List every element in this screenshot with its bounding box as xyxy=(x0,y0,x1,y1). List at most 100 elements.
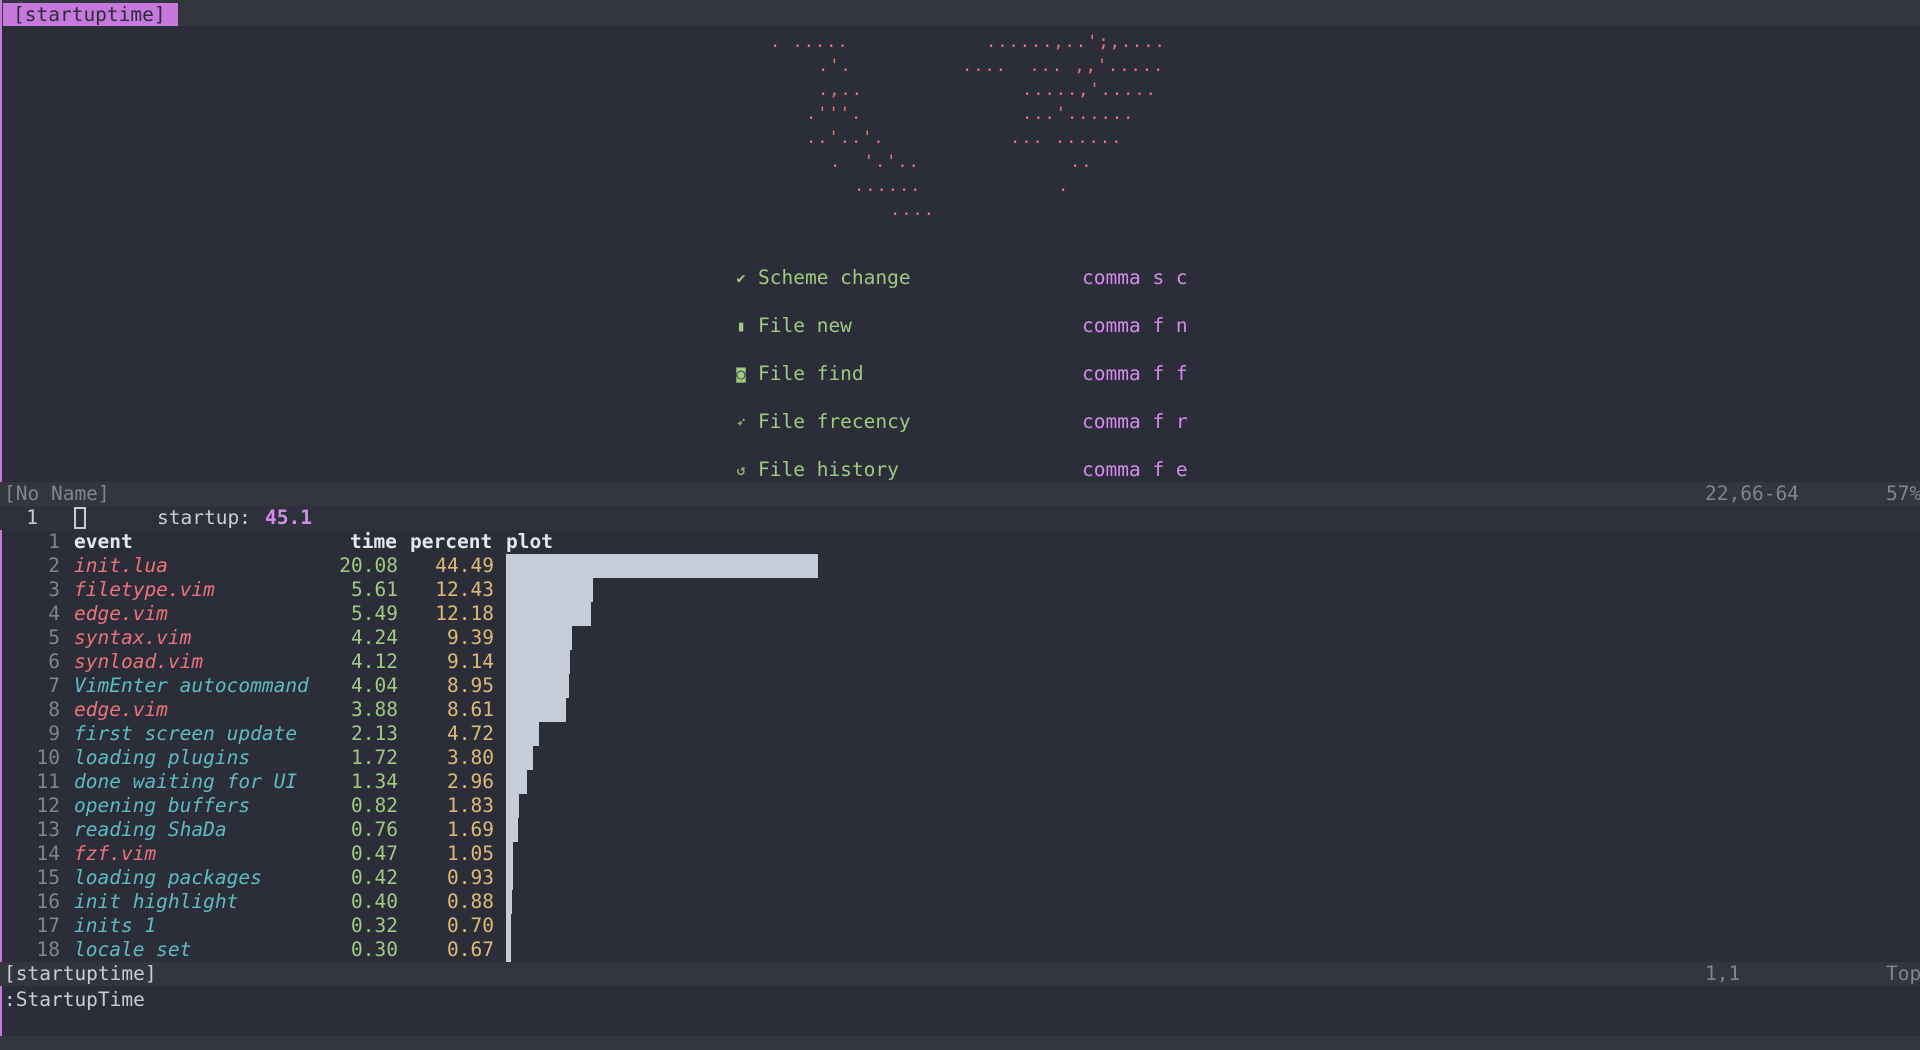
event-time: 4.04 xyxy=(351,674,398,697)
top-statusline: [No Name] 22,66-64 57% xyxy=(0,482,1920,506)
bottom-strip xyxy=(0,1036,1920,1050)
event-name: fzf.vim xyxy=(74,842,157,865)
event-time: 1.72 xyxy=(351,746,398,769)
history-icon: ↺ xyxy=(736,461,746,479)
ascii-art-line: ...'...... xyxy=(1022,104,1135,124)
event-name: first screen update xyxy=(74,722,298,745)
pencil-check-icon: ✔ xyxy=(736,269,746,287)
dashboard-menu-shortcut: comma f f xyxy=(1082,362,1188,385)
dashboard-menu-shortcut: comma f n xyxy=(1082,314,1188,337)
ascii-art-line: .. xyxy=(1070,152,1093,172)
event-name: syntax.vim xyxy=(74,626,192,649)
event-percent: 3.80 xyxy=(447,746,494,769)
line-number: 13 xyxy=(36,818,60,841)
plot-bar xyxy=(506,890,512,914)
ascii-art-line: .....,'..... xyxy=(1022,80,1157,100)
event-name: init.lua xyxy=(74,554,168,577)
event-time: 4.12 xyxy=(351,650,398,673)
event-time: 5.49 xyxy=(351,602,398,625)
line-number: 12 xyxy=(36,794,60,817)
ascii-art-line: .'''. xyxy=(806,104,863,124)
buffer-name: [No Name] xyxy=(4,482,110,505)
line-number: 6 xyxy=(48,650,60,673)
column-header-percent: percent xyxy=(410,530,493,553)
event-percent: 9.14 xyxy=(447,650,494,673)
line-number: 9 xyxy=(48,722,60,745)
ascii-art-line: ... ...... xyxy=(1010,128,1123,148)
event-time: 0.30 xyxy=(351,938,398,961)
event-percent: 0.88 xyxy=(447,890,494,913)
event-percent: 12.18 xyxy=(435,602,494,625)
dashboard-menu-shortcut: comma f e xyxy=(1082,458,1188,481)
plot-bar xyxy=(506,914,511,938)
event-percent: 0.70 xyxy=(447,914,494,937)
event-percent: 1.05 xyxy=(447,842,494,865)
dashboard-menu-item[interactable]: File history xyxy=(758,458,899,482)
plot-bar xyxy=(506,650,570,674)
dashboard-menu-shortcut: comma s c xyxy=(1082,266,1188,289)
dashboard-menu-item[interactable]: File find xyxy=(758,362,864,386)
scroll-percent: 57% xyxy=(1886,482,1920,505)
dashboard-menu-item[interactable]: Scheme change xyxy=(758,266,911,290)
ascii-art-line: ..'..'. xyxy=(806,128,885,148)
plot-bar xyxy=(506,674,569,698)
line-number: 10 xyxy=(36,746,60,769)
buffer-name: [startuptime] xyxy=(4,962,157,985)
dashboard-menu-shortcut: comma f r xyxy=(1082,410,1188,433)
event-name: VimEnter autocommand xyxy=(74,674,309,697)
dashboard-menu-item[interactable]: File frecency xyxy=(758,410,911,434)
event-time: 3.88 xyxy=(351,698,398,721)
ascii-art-line: . xyxy=(1058,176,1070,196)
file-icon: ▮ xyxy=(736,317,746,335)
plot-bar xyxy=(506,938,511,962)
event-name: edge.vim xyxy=(74,698,168,721)
plot-bar xyxy=(506,554,818,578)
line-number: 16 xyxy=(36,890,60,913)
bottom-statusline: [startuptime] 1,1 Top xyxy=(0,962,1920,986)
column-header-event: event xyxy=(74,530,133,553)
line-number: 2 xyxy=(48,554,60,577)
event-name: init highlight xyxy=(74,890,239,913)
cursor-position: 22,66-64 xyxy=(1705,482,1799,505)
event-time: 0.82 xyxy=(351,794,398,817)
event-time: 1.34 xyxy=(351,770,398,793)
line-number: 4 xyxy=(48,602,60,625)
scroll-position: Top xyxy=(1886,962,1920,985)
column-header-plot: plot xyxy=(506,530,553,553)
plot-bar xyxy=(506,722,539,746)
line-number: 3 xyxy=(48,578,60,601)
ascii-art-line: .,.. xyxy=(818,80,863,100)
line-number: 7 xyxy=(48,674,60,697)
event-time: 0.40 xyxy=(351,890,398,913)
event-name: opening buffers xyxy=(74,794,251,817)
plot-bar xyxy=(506,794,519,818)
line-number: 1 xyxy=(48,530,60,553)
event-name: locale set xyxy=(74,938,192,961)
plot-bar xyxy=(506,602,591,626)
plot-bar xyxy=(506,866,513,890)
event-time: 4.24 xyxy=(351,626,398,649)
event-name: inits 1 xyxy=(74,914,157,937)
dashboard-menu-item[interactable]: File new xyxy=(758,314,852,338)
event-time: 0.42 xyxy=(351,866,398,889)
event-time: 5.61 xyxy=(351,578,398,601)
event-percent: 4.72 xyxy=(447,722,494,745)
plot-bar xyxy=(506,842,513,866)
line-number: 15 xyxy=(36,866,60,889)
ascii-art-line: . '.'.. xyxy=(830,152,920,172)
event-name: done waiting for UI xyxy=(74,770,298,793)
plot-bar xyxy=(506,698,566,722)
tab-startuptime[interactable]: [startuptime] xyxy=(3,3,178,26)
ascii-art-line: ......,..';,.... xyxy=(986,32,1166,52)
event-percent: 1.69 xyxy=(447,818,494,841)
event-name: edge.vim xyxy=(74,602,168,625)
event-percent: 8.95 xyxy=(447,674,494,697)
command-line[interactable]: :StartupTime xyxy=(4,988,145,1012)
event-percent: 12.43 xyxy=(435,578,494,601)
current-line-number: 1 xyxy=(26,506,38,529)
event-percent: 44.49 xyxy=(435,554,494,577)
event-time: 0.32 xyxy=(351,914,398,937)
plot-bar xyxy=(506,626,572,650)
event-name: filetype.vim xyxy=(74,578,215,601)
line-number: 14 xyxy=(36,842,60,865)
